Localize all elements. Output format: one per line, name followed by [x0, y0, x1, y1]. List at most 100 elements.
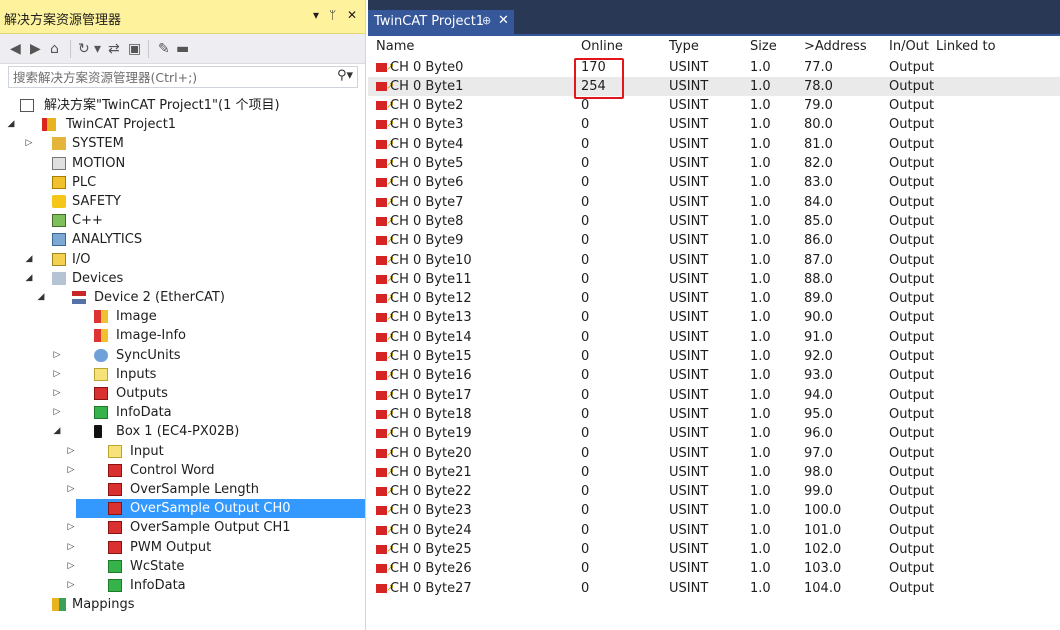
tree-item-inputs[interactable]: ▷ Inputs	[0, 365, 365, 384]
tab-close-icon[interactable]: ✕	[498, 13, 509, 28]
tree-item-box[interactable]: ◢ Box 1 (EC4-PX02B)	[0, 422, 365, 441]
expand-arrow-icon[interactable]: ▷	[52, 384, 62, 403]
tree-item-mappings[interactable]: Mappings	[0, 595, 365, 614]
table-row[interactable]: ↗ CH 0 Byte14 0 USINT 1.0 91.0 Output	[368, 328, 1060, 347]
tree-item-syncunits[interactable]: ▷ SyncUnits	[0, 346, 365, 365]
table-row[interactable]: ↗ CH 0 Byte7 0 USINT 1.0 84.0 Output	[368, 193, 1060, 212]
tree-item-safety[interactable]: SAFETY	[0, 192, 365, 211]
tree-item-devices[interactable]: ◢ Devices	[0, 269, 365, 288]
tree-item-solution[interactable]: 解决方案"TwinCAT Project1"(1 个项目)	[0, 96, 365, 115]
expand-arrow-icon[interactable]: ▷	[66, 499, 76, 518]
tab-twincat-project1[interactable]: TwinCAT Project1 ⊕ ✕	[368, 10, 514, 34]
table-row[interactable]: ↗ CH 0 Byte6 0 USINT 1.0 83.0 Output	[368, 173, 1060, 192]
table-row[interactable]: ↗ CH 0 Byte3 0 USINT 1.0 80.0 Output	[368, 115, 1060, 134]
cell-online[interactable]: 0	[581, 540, 589, 559]
expand-arrow-icon[interactable]: ▷	[66, 480, 76, 499]
tree-item-analytics[interactable]: ANALYTICS	[0, 230, 365, 249]
cell-online[interactable]: 0	[581, 366, 589, 385]
cell-online[interactable]: 0	[581, 405, 589, 424]
tree-item-cpp[interactable]: C++	[0, 211, 365, 230]
dropdown-small-icon[interactable]: ▾	[94, 41, 101, 57]
dropdown-arrow-icon[interactable]: ▾	[313, 8, 319, 22]
column-header-inout[interactable]: In/Out	[889, 37, 929, 57]
tree-item-oversample-length[interactable]: ▷ OverSample Length	[0, 480, 365, 499]
tree-item-twincat-project[interactable]: ◢ TwinCAT Project1	[0, 115, 365, 134]
collapse-arrow-icon[interactable]: ◢	[24, 250, 34, 269]
table-row[interactable]: ↗ CH 0 Byte2 0 USINT 1.0 79.0 Output	[368, 96, 1060, 115]
tree-item-image-info[interactable]: Image-Info	[0, 326, 365, 345]
expand-arrow-icon[interactable]: ▷	[52, 346, 62, 365]
tree-item-infodata[interactable]: ▷ InfoData	[0, 576, 365, 595]
tree-item-io[interactable]: ◢ I/O	[0, 250, 365, 269]
tree-item-motion[interactable]: MOTION	[0, 154, 365, 173]
tree-item-pwm-output[interactable]: ▷ PWM Output	[0, 538, 365, 557]
expand-arrow-icon[interactable]: ▷	[66, 538, 76, 557]
cell-online[interactable]: 0	[581, 482, 589, 501]
tree-item-ethercat-device[interactable]: ◢ Device 2 (EtherCAT)	[0, 288, 365, 307]
search-input[interactable]	[9, 67, 329, 87]
collapse-arrow-icon[interactable]: ◢	[6, 115, 16, 134]
cell-online[interactable]: 0	[581, 521, 589, 540]
expand-arrow-icon[interactable]: ▷	[52, 365, 62, 384]
table-row[interactable]: ↗ CH 0 Byte24 0 USINT 1.0 101.0 Output	[368, 521, 1060, 540]
column-header-name[interactable]: Name	[376, 37, 414, 57]
table-row[interactable]: ↗ CH 0 Byte5 0 USINT 1.0 82.0 Output	[368, 154, 1060, 173]
cell-online[interactable]: 0	[581, 579, 589, 598]
preview-icon[interactable]: ▬	[176, 41, 189, 57]
cell-online[interactable]: 0	[581, 251, 589, 270]
close-icon[interactable]: ✕	[347, 8, 357, 22]
tree-item-oversample-output-ch1[interactable]: ▷ OverSample Output CH1	[0, 518, 365, 537]
column-header-linked-to[interactable]: Linked to	[936, 37, 996, 57]
back-icon[interactable]: ◀	[10, 41, 21, 57]
column-header-address[interactable]: >Address	[804, 37, 867, 57]
column-header-online[interactable]: Online	[581, 37, 623, 57]
tree-item-system[interactable]: ▷ SYSTEM	[0, 134, 365, 153]
tree-item-plc[interactable]: PLC	[0, 173, 365, 192]
table-row[interactable]: ↗ CH 0 Byte11 0 USINT 1.0 88.0 Output	[368, 270, 1060, 289]
tree-item-control-word[interactable]: ▷ Control Word	[0, 461, 365, 480]
table-row[interactable]: ↗ CH 0 Byte0 170 USINT 1.0 77.0 Output	[368, 58, 1060, 77]
expand-arrow-icon[interactable]: ▷	[66, 442, 76, 461]
table-row[interactable]: ↗ CH 0 Byte23 0 USINT 1.0 100.0 Output	[368, 501, 1060, 520]
sync-icon[interactable]: ⇄	[108, 41, 120, 57]
table-row[interactable]: ↗ CH 0 Byte26 0 USINT 1.0 103.0 Output	[368, 559, 1060, 578]
cell-online[interactable]: 0	[581, 135, 589, 154]
table-row[interactable]: ↗ CH 0 Byte10 0 USINT 1.0 87.0 Output	[368, 251, 1060, 270]
tree-item-input[interactable]: ▷ Input	[0, 442, 365, 461]
cell-online[interactable]: 0	[581, 115, 589, 134]
table-row[interactable]: ↗ CH 0 Byte27 0 USINT 1.0 104.0 Output	[368, 579, 1060, 598]
cell-online[interactable]: 0	[581, 154, 589, 173]
solution-explorer-search-box[interactable]: ⚲▾	[8, 66, 358, 88]
expand-arrow-icon[interactable]: ▷	[52, 403, 62, 422]
cell-online[interactable]: 0	[581, 424, 589, 443]
cell-online[interactable]: 0	[581, 463, 589, 482]
table-row[interactable]: ↗ CH 0 Byte25 0 USINT 1.0 102.0 Output	[368, 540, 1060, 559]
expand-arrow-icon[interactable]: ▷	[24, 134, 34, 153]
table-row[interactable]: ↗ CH 0 Byte19 0 USINT 1.0 96.0 Output	[368, 424, 1060, 443]
column-header-type[interactable]: Type	[669, 37, 699, 57]
collapse-all-icon[interactable]: ▣	[128, 41, 141, 57]
cell-online[interactable]: 0	[581, 444, 589, 463]
tree-item-wcstate[interactable]: ▷ WcState	[0, 557, 365, 576]
cell-online[interactable]: 0	[581, 386, 589, 405]
table-row[interactable]: ↗ CH 0 Byte17 0 USINT 1.0 94.0 Output	[368, 386, 1060, 405]
cell-online[interactable]: 0	[581, 231, 589, 250]
tab-pin-icon[interactable]: ⊕	[482, 14, 491, 27]
cell-online[interactable]: 0	[581, 347, 589, 366]
table-row[interactable]: ↗ CH 0 Byte20 0 USINT 1.0 97.0 Output	[368, 444, 1060, 463]
tree-item-image[interactable]: Image	[0, 307, 365, 326]
pin-icon[interactable]: ᛘ	[329, 8, 336, 22]
cell-online[interactable]: 0	[581, 212, 589, 231]
expand-arrow-icon[interactable]: ▷	[66, 518, 76, 537]
tree-item-outputs[interactable]: ▷ Outputs	[0, 384, 365, 403]
table-row[interactable]: ↗ CH 0 Byte4 0 USINT 1.0 81.0 Output	[368, 135, 1060, 154]
table-row[interactable]: ↗ CH 0 Byte13 0 USINT 1.0 90.0 Output	[368, 308, 1060, 327]
history-icon[interactable]: ↻	[78, 41, 90, 57]
table-row[interactable]: ↗ CH 0 Byte12 0 USINT 1.0 89.0 Output	[368, 289, 1060, 308]
expand-arrow-icon[interactable]: ▷	[66, 461, 76, 480]
table-row[interactable]: ↗ CH 0 Byte1 254 USINT 1.0 78.0 Output	[368, 76, 1060, 96]
cell-online[interactable]: 0	[581, 173, 589, 192]
cell-online[interactable]: 0	[581, 289, 589, 308]
collapse-arrow-icon[interactable]: ◢	[24, 269, 34, 288]
table-row[interactable]: ↗ CH 0 Byte8 0 USINT 1.0 85.0 Output	[368, 212, 1060, 231]
